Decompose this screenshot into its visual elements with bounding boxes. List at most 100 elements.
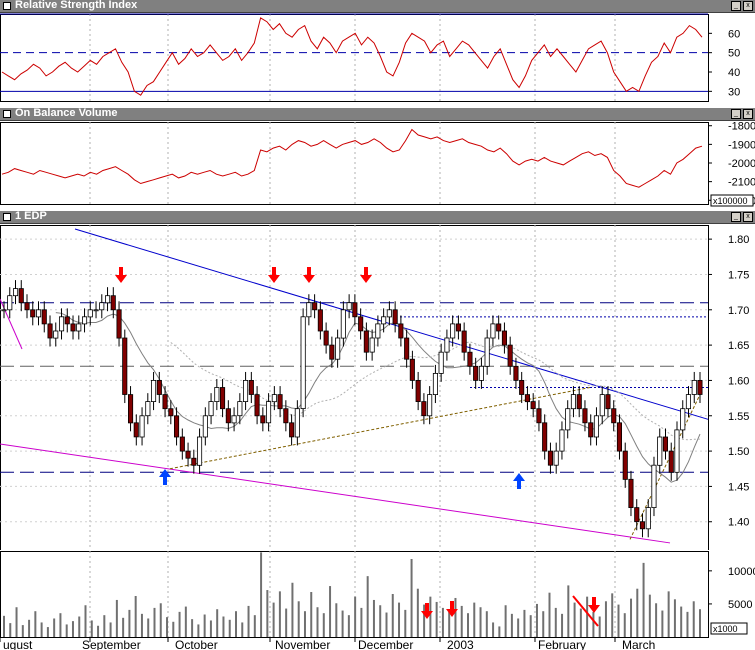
candle-down	[260, 415, 266, 424]
candle-down	[122, 337, 128, 395]
rsi-chart: 60 50 40 30	[0, 13, 740, 102]
candle-up	[553, 450, 559, 466]
x-axis-label: ugust	[3, 638, 33, 650]
obv-tick-label: -1900	[728, 139, 755, 151]
candle-up	[87, 309, 93, 318]
candle-down	[628, 478, 634, 508]
candle-down	[358, 316, 364, 332]
price-tick-label: 1.45	[728, 481, 749, 493]
price-panel: 1 EDP _ x 1.80 1.75 1.70 1.65 1.60 1.55 1.50 1.4…	[0, 210, 755, 550]
candle-up	[651, 464, 657, 508]
candle-down	[536, 408, 542, 424]
candle-down	[582, 408, 588, 424]
candle-down	[530, 401, 536, 410]
candle-down	[219, 387, 226, 410]
candle-up	[202, 415, 208, 438]
candle-down	[524, 394, 530, 403]
candle-down	[467, 351, 473, 367]
candle-down	[30, 309, 36, 318]
candle-up	[381, 316, 387, 325]
candle-up	[36, 309, 42, 318]
candle-down	[622, 450, 628, 480]
price-tick-label: 1.70	[728, 305, 749, 317]
candle-up	[99, 302, 105, 311]
x-axis-label: November	[275, 638, 330, 650]
candle-down	[41, 309, 47, 325]
candle-down	[404, 337, 410, 360]
price-tick-label: 1.50	[728, 446, 749, 458]
volume-tick-label: 5000	[728, 599, 752, 611]
candle-up	[306, 302, 312, 318]
candle-up	[208, 401, 214, 417]
candle-up	[7, 295, 13, 311]
candle-down	[70, 323, 76, 332]
candle-up	[53, 330, 59, 339]
candle-up	[59, 316, 65, 332]
candle-up	[593, 415, 599, 438]
x-axis-label: October	[175, 638, 218, 650]
candle-down	[127, 394, 134, 424]
candle-up	[12, 288, 19, 297]
candle-up	[599, 394, 605, 417]
candle-down	[24, 302, 30, 311]
obv-tick-label: -2100	[728, 177, 755, 189]
candle-down	[323, 330, 329, 346]
candle-down	[133, 422, 139, 438]
candle-down	[110, 295, 116, 311]
candle-up	[386, 309, 392, 318]
price-tick-label: 1.40	[728, 517, 749, 529]
candle-up	[139, 415, 145, 438]
price-chart: 1.80 1.75 1.70 1.65 1.60 1.55 1.50 1.45 1.40	[0, 225, 749, 550]
candle-down	[352, 302, 358, 318]
candle-up	[93, 309, 99, 312]
candle-up	[214, 387, 220, 403]
candle-up	[271, 394, 277, 403]
candle-up	[1, 309, 7, 312]
candle-down	[519, 379, 525, 395]
x-axis-label: March	[622, 638, 655, 650]
candle-up	[680, 408, 686, 431]
candle-down	[168, 408, 174, 417]
price-tick-label: 1.65	[728, 340, 749, 352]
candle-down	[639, 521, 645, 530]
candle-down	[634, 507, 640, 523]
candle-down	[616, 422, 622, 452]
volume-panel: 10000 5000 x1000 ugust September October Novem…	[0, 551, 755, 650]
x-axis-label: December	[358, 638, 413, 650]
volume-chart: 10000 5000 x1000 ugust September October Novem…	[0, 551, 755, 650]
candle-up	[145, 401, 151, 417]
candle-down	[254, 394, 260, 417]
candle-up	[294, 408, 300, 438]
candle-up	[432, 372, 438, 395]
rsi-tick-label: 30	[728, 86, 740, 98]
candle-down	[547, 450, 553, 466]
candle-down	[162, 394, 168, 410]
candle-down	[496, 323, 502, 332]
candle-up	[231, 415, 237, 424]
candle-down	[542, 422, 548, 452]
candle-down	[461, 330, 467, 353]
obv-panel: On Balance Volume _ x -1800 -1900 -2000 -210…	[0, 107, 755, 210]
candle-down	[312, 302, 318, 311]
candle-up	[674, 429, 680, 473]
candle-up	[691, 379, 697, 395]
rsi-tick-label: 40	[728, 67, 740, 79]
candle-up	[369, 337, 375, 353]
candle-down	[415, 379, 421, 402]
candle-up	[438, 351, 444, 374]
candle-down	[576, 394, 582, 410]
candle-up	[484, 337, 490, 367]
price-tick-label: 1.75	[728, 269, 749, 281]
candle-down	[248, 379, 254, 395]
candle-down	[409, 358, 415, 381]
obv-unit-label: x100000	[713, 196, 748, 206]
obv-chart: -1800-1900-2000-2100-2200x100000	[0, 121, 755, 207]
candle-up	[105, 295, 111, 304]
candle-down	[191, 457, 197, 466]
price-tick-label: 1.60	[728, 375, 749, 387]
candle-down	[18, 288, 24, 304]
candle-down	[668, 450, 674, 473]
candle-down	[507, 344, 513, 367]
candle-down	[473, 365, 479, 381]
rsi-tick-label: 50	[728, 48, 740, 60]
